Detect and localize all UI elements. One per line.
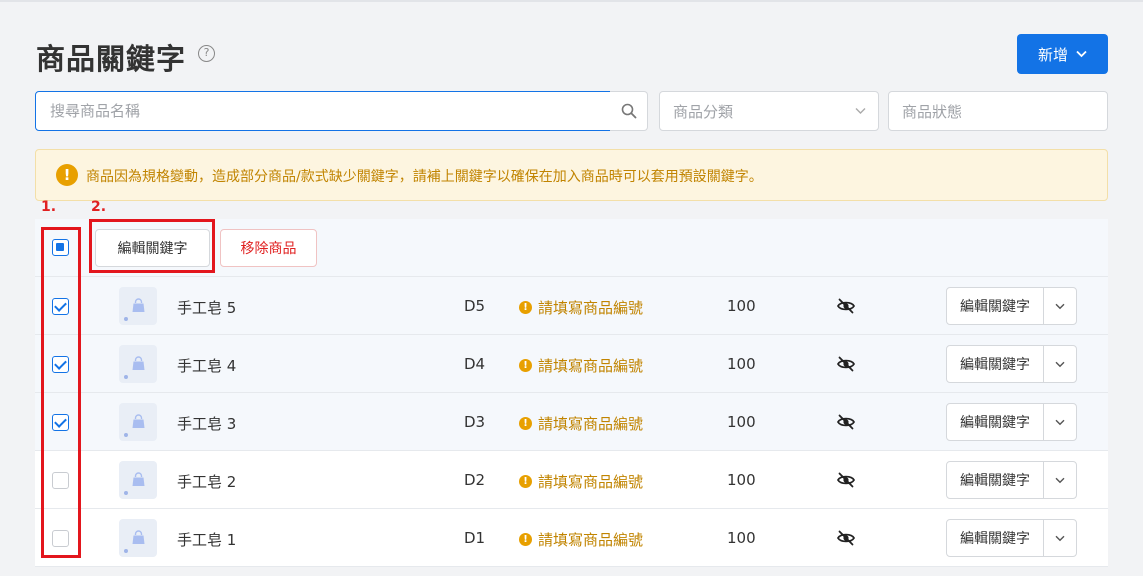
missing-sku-warning: ! 請填寫商品編號 bbox=[519, 471, 643, 492]
eye-slash-icon[interactable] bbox=[836, 529, 856, 547]
row-actions-dropdown[interactable] bbox=[1043, 345, 1077, 383]
exclamation-circle-icon: ! bbox=[56, 164, 78, 186]
thumbnail-dot bbox=[124, 491, 128, 495]
eye-slash-icon[interactable] bbox=[836, 297, 856, 315]
chevron-down-icon bbox=[1076, 50, 1087, 58]
edit-keywords-button[interactable]: 編輯關鍵字 bbox=[946, 403, 1044, 441]
warning-alert: ! 商品因為規格變動，造成部分商品/款式缺少關鍵字，請補上關鍵字以確保在加入商品… bbox=[35, 149, 1108, 201]
top-border bbox=[0, 0, 1143, 2]
missing-sku-warning: ! 請填寫商品編號 bbox=[519, 355, 643, 376]
new-button-label: 新增 bbox=[1037, 45, 1068, 64]
annotation-box-checkboxes bbox=[41, 227, 81, 558]
chevron-down-icon bbox=[1055, 419, 1065, 425]
thumbnail-dot bbox=[124, 375, 128, 379]
thumbnail-dot bbox=[124, 549, 128, 553]
annotation-label-2: 2. bbox=[91, 199, 107, 215]
product-thumbnail bbox=[119, 403, 157, 441]
missing-sku-warning: ! 請填寫商品編號 bbox=[519, 297, 643, 318]
warning-text: 請填寫商品編號 bbox=[538, 299, 644, 317]
row-actions-dropdown[interactable] bbox=[1043, 461, 1077, 499]
status-select[interactable]: 商品狀態 bbox=[888, 91, 1108, 131]
thumbnail-dot bbox=[124, 433, 128, 437]
question-circle-icon[interactable]: ? bbox=[198, 45, 215, 62]
product-code: D2 bbox=[464, 471, 486, 489]
table-row: 手工皂 5 D5 ! 請填寫商品編號 100 編輯關鍵字 bbox=[35, 277, 1108, 335]
table-row: 手工皂 4 D4 ! 請填寫商品編號 100 編輯關鍵字 bbox=[35, 335, 1108, 393]
row-actions-dropdown[interactable] bbox=[1043, 519, 1077, 557]
annotation-label-1: 1. bbox=[41, 199, 57, 215]
eye-slash-icon[interactable] bbox=[836, 471, 856, 489]
bulk-remove-products-button[interactable]: 移除商品 bbox=[220, 229, 317, 267]
table-row: 手工皂 3 D3 ! 請填寫商品編號 100 編輯關鍵字 bbox=[35, 393, 1108, 451]
shopping-bag-icon bbox=[132, 298, 145, 312]
chevron-down-icon bbox=[855, 108, 866, 114]
warning-text: 請填寫商品編號 bbox=[538, 415, 644, 433]
product-code: D5 bbox=[464, 297, 486, 315]
search-icon bbox=[621, 103, 636, 119]
shopping-bag-icon bbox=[132, 356, 145, 370]
edit-keywords-button[interactable]: 編輯關鍵字 bbox=[946, 519, 1044, 557]
exclamation-circle-icon: ! bbox=[519, 301, 532, 314]
warning-text: 請填寫商品編號 bbox=[538, 473, 644, 491]
exclamation-circle-icon: ! bbox=[519, 533, 532, 546]
product-thumbnail bbox=[119, 345, 157, 383]
category-select[interactable]: 商品分類 bbox=[659, 91, 879, 131]
row-actions-dropdown[interactable] bbox=[1043, 403, 1077, 441]
status-select-placeholder: 商品狀態 bbox=[902, 102, 963, 121]
search-button[interactable] bbox=[610, 91, 648, 131]
product-name: 手工皂 1 bbox=[177, 531, 237, 549]
product-name: 手工皂 5 bbox=[177, 299, 237, 317]
warning-text: 請填寫商品編號 bbox=[538, 357, 644, 375]
product-name: 手工皂 4 bbox=[177, 357, 237, 375]
edit-keywords-button[interactable]: 編輯關鍵字 bbox=[946, 461, 1044, 499]
product-quantity: 100 bbox=[727, 529, 756, 547]
product-quantity: 100 bbox=[727, 413, 756, 431]
product-thumbnail bbox=[119, 519, 157, 557]
product-code: D4 bbox=[464, 355, 486, 373]
edit-keywords-button[interactable]: 編輯關鍵字 bbox=[946, 345, 1044, 383]
product-quantity: 100 bbox=[727, 471, 756, 489]
new-button[interactable]: 新增 bbox=[1017, 34, 1108, 74]
exclamation-circle-icon: ! bbox=[519, 359, 532, 372]
exclamation-circle-icon: ! bbox=[519, 417, 532, 430]
product-code: D3 bbox=[464, 413, 486, 431]
search-input[interactable] bbox=[35, 91, 611, 131]
product-code: D1 bbox=[464, 529, 486, 547]
chevron-down-icon bbox=[1055, 303, 1065, 309]
page-title: 商品關鍵字 bbox=[36, 42, 187, 76]
product-quantity: 100 bbox=[727, 355, 756, 373]
exclamation-circle-icon: ! bbox=[519, 475, 532, 488]
search-bar bbox=[35, 91, 648, 131]
product-thumbnail bbox=[119, 287, 157, 325]
alert-text: 商品因為規格變動，造成部分商品/款式缺少關鍵字，請補上關鍵字以確保在加入商品時可… bbox=[86, 169, 763, 185]
chevron-down-icon bbox=[1055, 361, 1065, 367]
shopping-bag-icon bbox=[132, 530, 145, 544]
missing-sku-warning: ! 請填寫商品編號 bbox=[519, 529, 643, 550]
product-name: 手工皂 2 bbox=[177, 473, 237, 491]
chevron-down-icon bbox=[1055, 535, 1065, 541]
eye-slash-icon[interactable] bbox=[836, 355, 856, 373]
shopping-bag-icon bbox=[132, 414, 145, 428]
shopping-bag-icon bbox=[132, 472, 145, 486]
annotation-box-bulk-edit bbox=[89, 219, 215, 273]
category-select-placeholder: 商品分類 bbox=[673, 102, 734, 121]
product-name: 手工皂 3 bbox=[177, 415, 237, 433]
table-body: 手工皂 5 D5 ! 請填寫商品編號 100 編輯關鍵字 手工皂 4 D4 ! bbox=[35, 277, 1108, 567]
table-row: 手工皂 1 D1 ! 請填寫商品編號 100 編輯關鍵字 bbox=[35, 509, 1108, 567]
product-thumbnail bbox=[119, 461, 157, 499]
chevron-down-icon bbox=[1055, 477, 1065, 483]
missing-sku-warning: ! 請填寫商品編號 bbox=[519, 413, 643, 434]
thumbnail-dot bbox=[124, 317, 128, 321]
edit-keywords-button[interactable]: 編輯關鍵字 bbox=[946, 287, 1044, 325]
warning-text: 請填寫商品編號 bbox=[538, 531, 644, 549]
row-actions-dropdown[interactable] bbox=[1043, 287, 1077, 325]
eye-slash-icon[interactable] bbox=[836, 413, 856, 431]
product-quantity: 100 bbox=[727, 297, 756, 315]
table-row: 手工皂 2 D2 ! 請填寫商品編號 100 編輯關鍵字 bbox=[35, 451, 1108, 509]
